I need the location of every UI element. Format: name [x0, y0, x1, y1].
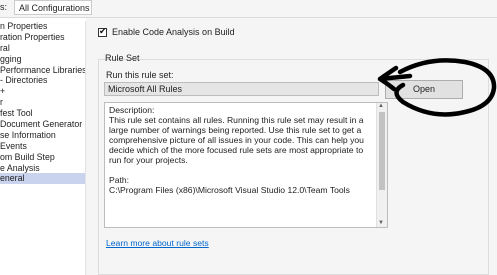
tree-item-selected[interactable]: eneral — [0, 173, 85, 185]
run-rule-set-label: Run this rule set: — [106, 70, 174, 80]
properties-pane: Enable Code Analysis on Build Rule Set R… — [86, 18, 497, 275]
tree-item[interactable]: n Properties — [0, 21, 85, 32]
tree-item[interactable]: Events — [0, 141, 85, 152]
path-value: C:\Program Files (x86)\Microsoft Visual … — [109, 185, 350, 195]
tree-item[interactable]: gging — [0, 54, 85, 65]
rule-set-description[interactable]: Description: This rule set contains all … — [104, 102, 388, 228]
tree-item[interactable]: ral — [0, 43, 85, 54]
property-tree: n Properties ration Properties ral gging… — [0, 21, 86, 275]
tree-item[interactable]: fest Tool — [0, 108, 85, 119]
description-label: Description: — [109, 105, 155, 115]
enable-code-analysis-row[interactable]: Enable Code Analysis on Build — [98, 26, 235, 37]
scroll-down-icon[interactable]: ▼ — [378, 220, 384, 226]
scroll-thumb[interactable] — [379, 112, 385, 190]
path-label: Path: — [109, 175, 130, 185]
open-button[interactable]: Open — [385, 80, 463, 99]
configuration-dropdown[interactable]: All Configurations — [14, 0, 92, 15]
learn-more-link[interactable]: Learn more about rule sets — [106, 238, 209, 248]
enable-code-analysis-label: Enable Code Analysis on Build — [112, 27, 235, 37]
tree-item[interactable]: om Build Step — [0, 152, 85, 163]
tree-item[interactable]: ration Properties — [0, 32, 85, 43]
scroll-up-icon[interactable]: ▲ — [378, 103, 384, 109]
tree-item[interactable]: se Information — [0, 130, 85, 141]
tree-item[interactable]: Document Generator — [0, 119, 85, 130]
rule-set-select[interactable]: Microsoft All Rules — [104, 82, 379, 96]
rule-set-title: Rule Set — [105, 53, 140, 63]
description-content: Description: This rule set contains all … — [109, 105, 377, 195]
configuration-bar: s: All Configurations — [0, 0, 497, 18]
enable-code-analysis-checkbox[interactable] — [98, 26, 107, 37]
tree-item[interactable]: Performance Libraries — [0, 65, 85, 76]
tree-item[interactable]: - Directories — [0, 75, 85, 86]
description-text: This rule set contains all rules. Runnin… — [109, 115, 364, 165]
rule-set-selected-value: Microsoft All Rules — [108, 84, 183, 94]
tree-item[interactable]: + — [0, 86, 85, 97]
tree-item[interactable]: e Analysis — [0, 163, 85, 174]
configuration-label: s: — [0, 2, 8, 12]
tree-item[interactable]: r — [0, 97, 85, 108]
description-scrollbar[interactable]: ▲ ▼ — [376, 103, 387, 227]
